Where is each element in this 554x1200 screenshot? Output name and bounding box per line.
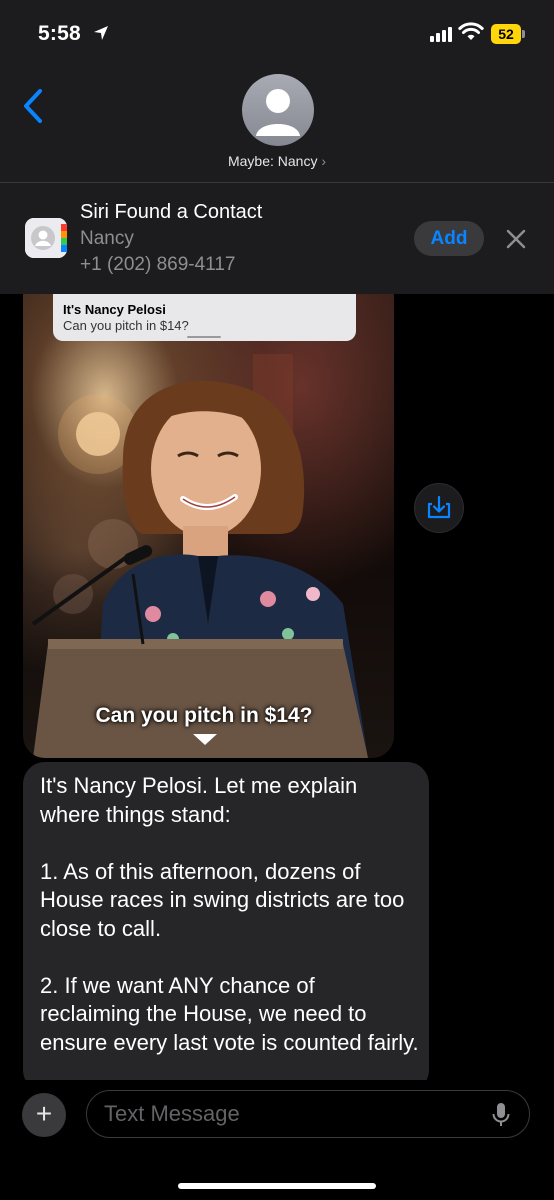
- photo-illustration: [31, 354, 368, 758]
- image-caption: Can you pitch in $14?: [95, 704, 313, 727]
- siri-contact-name: Nancy: [80, 228, 134, 249]
- plus-button[interactable]: +: [22, 1093, 66, 1137]
- input-placeholder: Text Message: [104, 1101, 240, 1126]
- add-contact-button[interactable]: Add: [414, 221, 484, 256]
- siri-contact-phone: +1 (202) 869-4117: [80, 254, 236, 275]
- back-chevron-icon[interactable]: [22, 88, 44, 129]
- contacts-app-icon: [25, 218, 67, 258]
- location-arrow-icon: [92, 24, 110, 47]
- save-download-icon[interactable]: [414, 483, 464, 533]
- battery-cap: [522, 30, 525, 38]
- signal-icon: [430, 27, 452, 42]
- image-message[interactable]: [23, 294, 394, 758]
- caret-down-icon: [193, 734, 217, 745]
- notification-subtitle: Can you pitch in $14?: [63, 318, 189, 333]
- battery-indicator: 52: [491, 24, 521, 44]
- chevron-right-icon: ›: [321, 153, 327, 169]
- home-indicator: [178, 1183, 376, 1189]
- contact-name-link[interactable]: Maybe: Nancy ›: [0, 153, 554, 169]
- wifi-icon: [458, 22, 484, 47]
- notification-title: It's Nancy Pelosi: [63, 302, 166, 317]
- notification-handle: [187, 336, 221, 338]
- close-icon[interactable]: [505, 228, 527, 255]
- person-icon: [256, 89, 300, 136]
- contact-name-label: Maybe: Nancy: [227, 153, 318, 169]
- mic-icon[interactable]: [491, 1101, 511, 1134]
- siri-banner-title: Siri Found a Contact: [80, 201, 263, 223]
- status-time: 5:58: [38, 22, 81, 45]
- message-text: It's Nancy Pelosi. Let me explain where …: [40, 773, 419, 1055]
- avatar[interactable]: [242, 74, 314, 146]
